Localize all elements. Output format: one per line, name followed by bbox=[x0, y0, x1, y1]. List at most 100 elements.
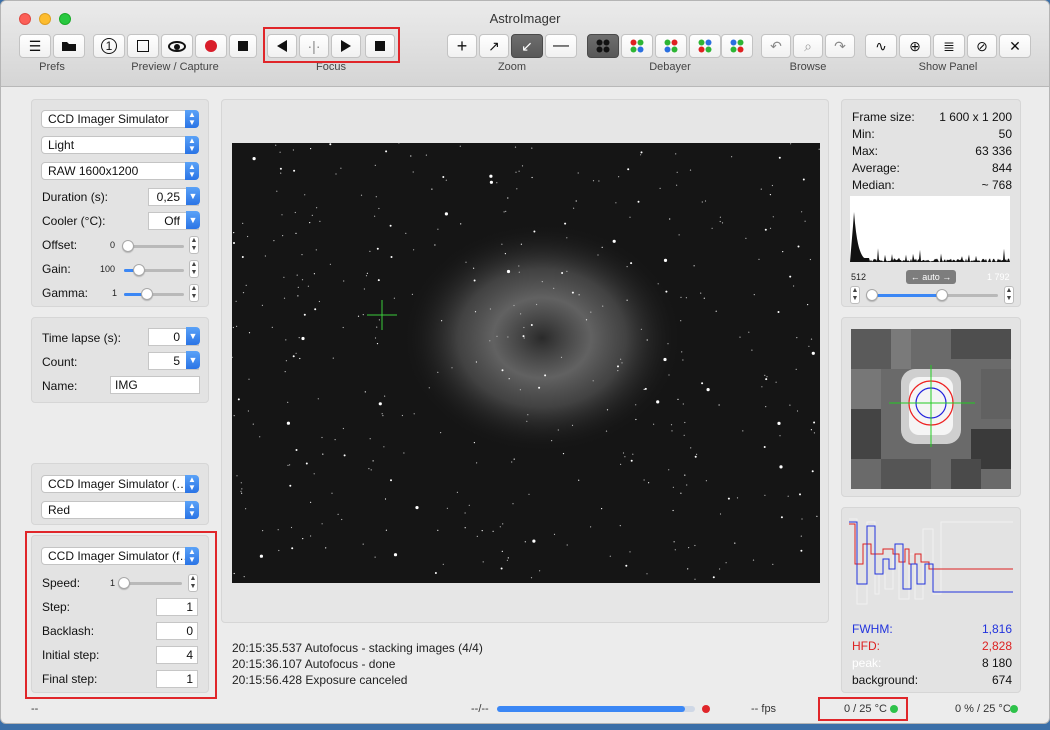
star bbox=[451, 367, 453, 369]
zoom-actual-button[interactable]: ↙ bbox=[511, 34, 543, 58]
duration-combo[interactable]: 0,25 ▼ bbox=[148, 187, 200, 206]
mode-select[interactable]: RAW 1600x1200 ▲ ▼ bbox=[41, 162, 199, 180]
slider-knob[interactable] bbox=[133, 264, 145, 276]
camera-select-label: CCD Imager Simulator bbox=[48, 112, 169, 126]
speed-stepper[interactable]: ▲ ▼ bbox=[188, 574, 198, 592]
star bbox=[444, 212, 448, 216]
zoom-in-button[interactable]: + bbox=[447, 34, 477, 58]
star bbox=[780, 516, 783, 519]
star bbox=[279, 167, 282, 170]
star bbox=[279, 151, 281, 153]
debayer-rggb-button[interactable] bbox=[621, 34, 653, 58]
filter-wheel-select[interactable]: CCD Imager Simulator (… ▲ ▼ bbox=[41, 475, 199, 493]
panel-tools-button[interactable]: ✕ bbox=[999, 34, 1031, 58]
offset-slider[interactable] bbox=[122, 240, 184, 252]
gain-slider[interactable] bbox=[124, 264, 184, 276]
camera-select[interactable]: CCD Imager Simulator ▲ ▼ bbox=[41, 110, 199, 128]
star bbox=[625, 564, 628, 567]
open-folder-button[interactable] bbox=[53, 34, 85, 58]
debayer-none-button[interactable] bbox=[587, 34, 619, 58]
star bbox=[431, 188, 433, 190]
debayer-gbrg-button[interactable] bbox=[689, 34, 721, 58]
fwhm-label: FWHM: bbox=[852, 622, 893, 636]
histogram-low-stepper[interactable]: ▲ ▼ bbox=[850, 286, 860, 304]
filter-select[interactable]: Red ▲ ▼ bbox=[41, 501, 199, 519]
slider-high-knob[interactable] bbox=[936, 289, 948, 301]
count-combo[interactable]: 5 ▼ bbox=[148, 351, 200, 370]
zoom-out-button[interactable]: — bbox=[545, 34, 577, 58]
focus-stop-button[interactable] bbox=[365, 34, 395, 58]
star bbox=[434, 572, 437, 574]
star bbox=[615, 202, 617, 204]
browse-back-button[interactable]: ↶ bbox=[761, 34, 791, 58]
offset-stepper[interactable]: ▲ ▼ bbox=[189, 236, 199, 254]
star bbox=[369, 250, 371, 252]
stop-capture-button[interactable] bbox=[229, 34, 257, 58]
star bbox=[247, 410, 249, 412]
speed-slider[interactable] bbox=[118, 577, 182, 589]
hfd-label: HFD: bbox=[852, 639, 880, 653]
zoom-fit-button[interactable]: ↗ bbox=[479, 34, 509, 58]
slider-knob[interactable] bbox=[141, 288, 153, 300]
star bbox=[489, 180, 493, 184]
single-preview-button[interactable]: 1 bbox=[93, 34, 125, 58]
gamma-stepper[interactable]: ▲ ▼ bbox=[189, 284, 199, 302]
star bbox=[301, 336, 305, 341]
popup-arrows-icon: ▲ ▼ bbox=[185, 162, 199, 180]
name-input[interactable]: IMG bbox=[110, 376, 200, 394]
panel-compass-button[interactable]: ⊘ bbox=[967, 34, 997, 58]
star bbox=[590, 526, 592, 528]
debayer-grbg-button[interactable] bbox=[655, 34, 687, 58]
preview-button[interactable] bbox=[161, 34, 193, 58]
gain-stepper[interactable]: ▲ ▼ bbox=[189, 260, 199, 278]
focus-target-button[interactable]: ·|· bbox=[299, 34, 329, 58]
timelapse-combo[interactable]: 0 ▼ bbox=[148, 327, 200, 346]
star bbox=[680, 492, 682, 494]
histogram-high-stepper[interactable]: ▲ ▼ bbox=[1004, 286, 1014, 304]
star bbox=[676, 171, 678, 173]
star bbox=[329, 263, 331, 265]
step-input[interactable]: 1 bbox=[156, 598, 198, 616]
star bbox=[800, 535, 802, 537]
star bbox=[378, 319, 380, 321]
histogram-range-slider[interactable] bbox=[866, 289, 998, 301]
star bbox=[700, 292, 702, 294]
backlash-input[interactable]: 0 bbox=[156, 622, 198, 640]
initial-step-input[interactable]: 4 bbox=[156, 646, 198, 664]
panel-log-button[interactable]: ≣ bbox=[933, 34, 965, 58]
star bbox=[366, 272, 368, 274]
panel-globe-button[interactable]: ⊕ bbox=[899, 34, 931, 58]
frame-type-select[interactable]: Light ▲ ▼ bbox=[41, 136, 199, 154]
sky-image[interactable] bbox=[232, 143, 820, 583]
star bbox=[374, 164, 376, 166]
slider-knob[interactable] bbox=[118, 577, 130, 589]
star bbox=[648, 482, 650, 484]
star bbox=[775, 381, 777, 383]
gamma-slider[interactable] bbox=[124, 288, 184, 300]
star bbox=[765, 378, 768, 381]
focus-out-button[interactable] bbox=[331, 34, 361, 58]
star bbox=[643, 479, 645, 481]
final-step-input[interactable]: 1 bbox=[156, 670, 198, 688]
star bbox=[601, 508, 603, 510]
star bbox=[305, 462, 308, 465]
debayer-bggr-button[interactable] bbox=[721, 34, 753, 58]
prefs-button[interactable]: ☰ bbox=[19, 34, 51, 58]
panel-graph-button[interactable]: ∿ bbox=[865, 34, 897, 58]
browse-search-button[interactable]: ⌕ bbox=[793, 34, 823, 58]
frame-button[interactable] bbox=[127, 34, 159, 58]
star bbox=[294, 211, 296, 214]
star bbox=[321, 523, 323, 525]
slider-knob[interactable] bbox=[122, 240, 134, 252]
star bbox=[259, 436, 261, 438]
slider-low-knob[interactable] bbox=[866, 289, 878, 301]
browse-forward-button[interactable]: ↷ bbox=[825, 34, 855, 58]
focuser-select[interactable]: CCD Imager Simulator (f… ▲ ▼ bbox=[41, 547, 199, 565]
star bbox=[283, 297, 286, 299]
progress-stop-indicator[interactable] bbox=[702, 705, 710, 713]
histogram-auto-button[interactable]: ← auto → bbox=[906, 270, 956, 284]
record-button[interactable] bbox=[195, 34, 227, 58]
cooler-combo[interactable]: Off ▼ bbox=[148, 211, 200, 230]
star bbox=[605, 430, 608, 432]
focus-in-button[interactable] bbox=[267, 34, 297, 58]
